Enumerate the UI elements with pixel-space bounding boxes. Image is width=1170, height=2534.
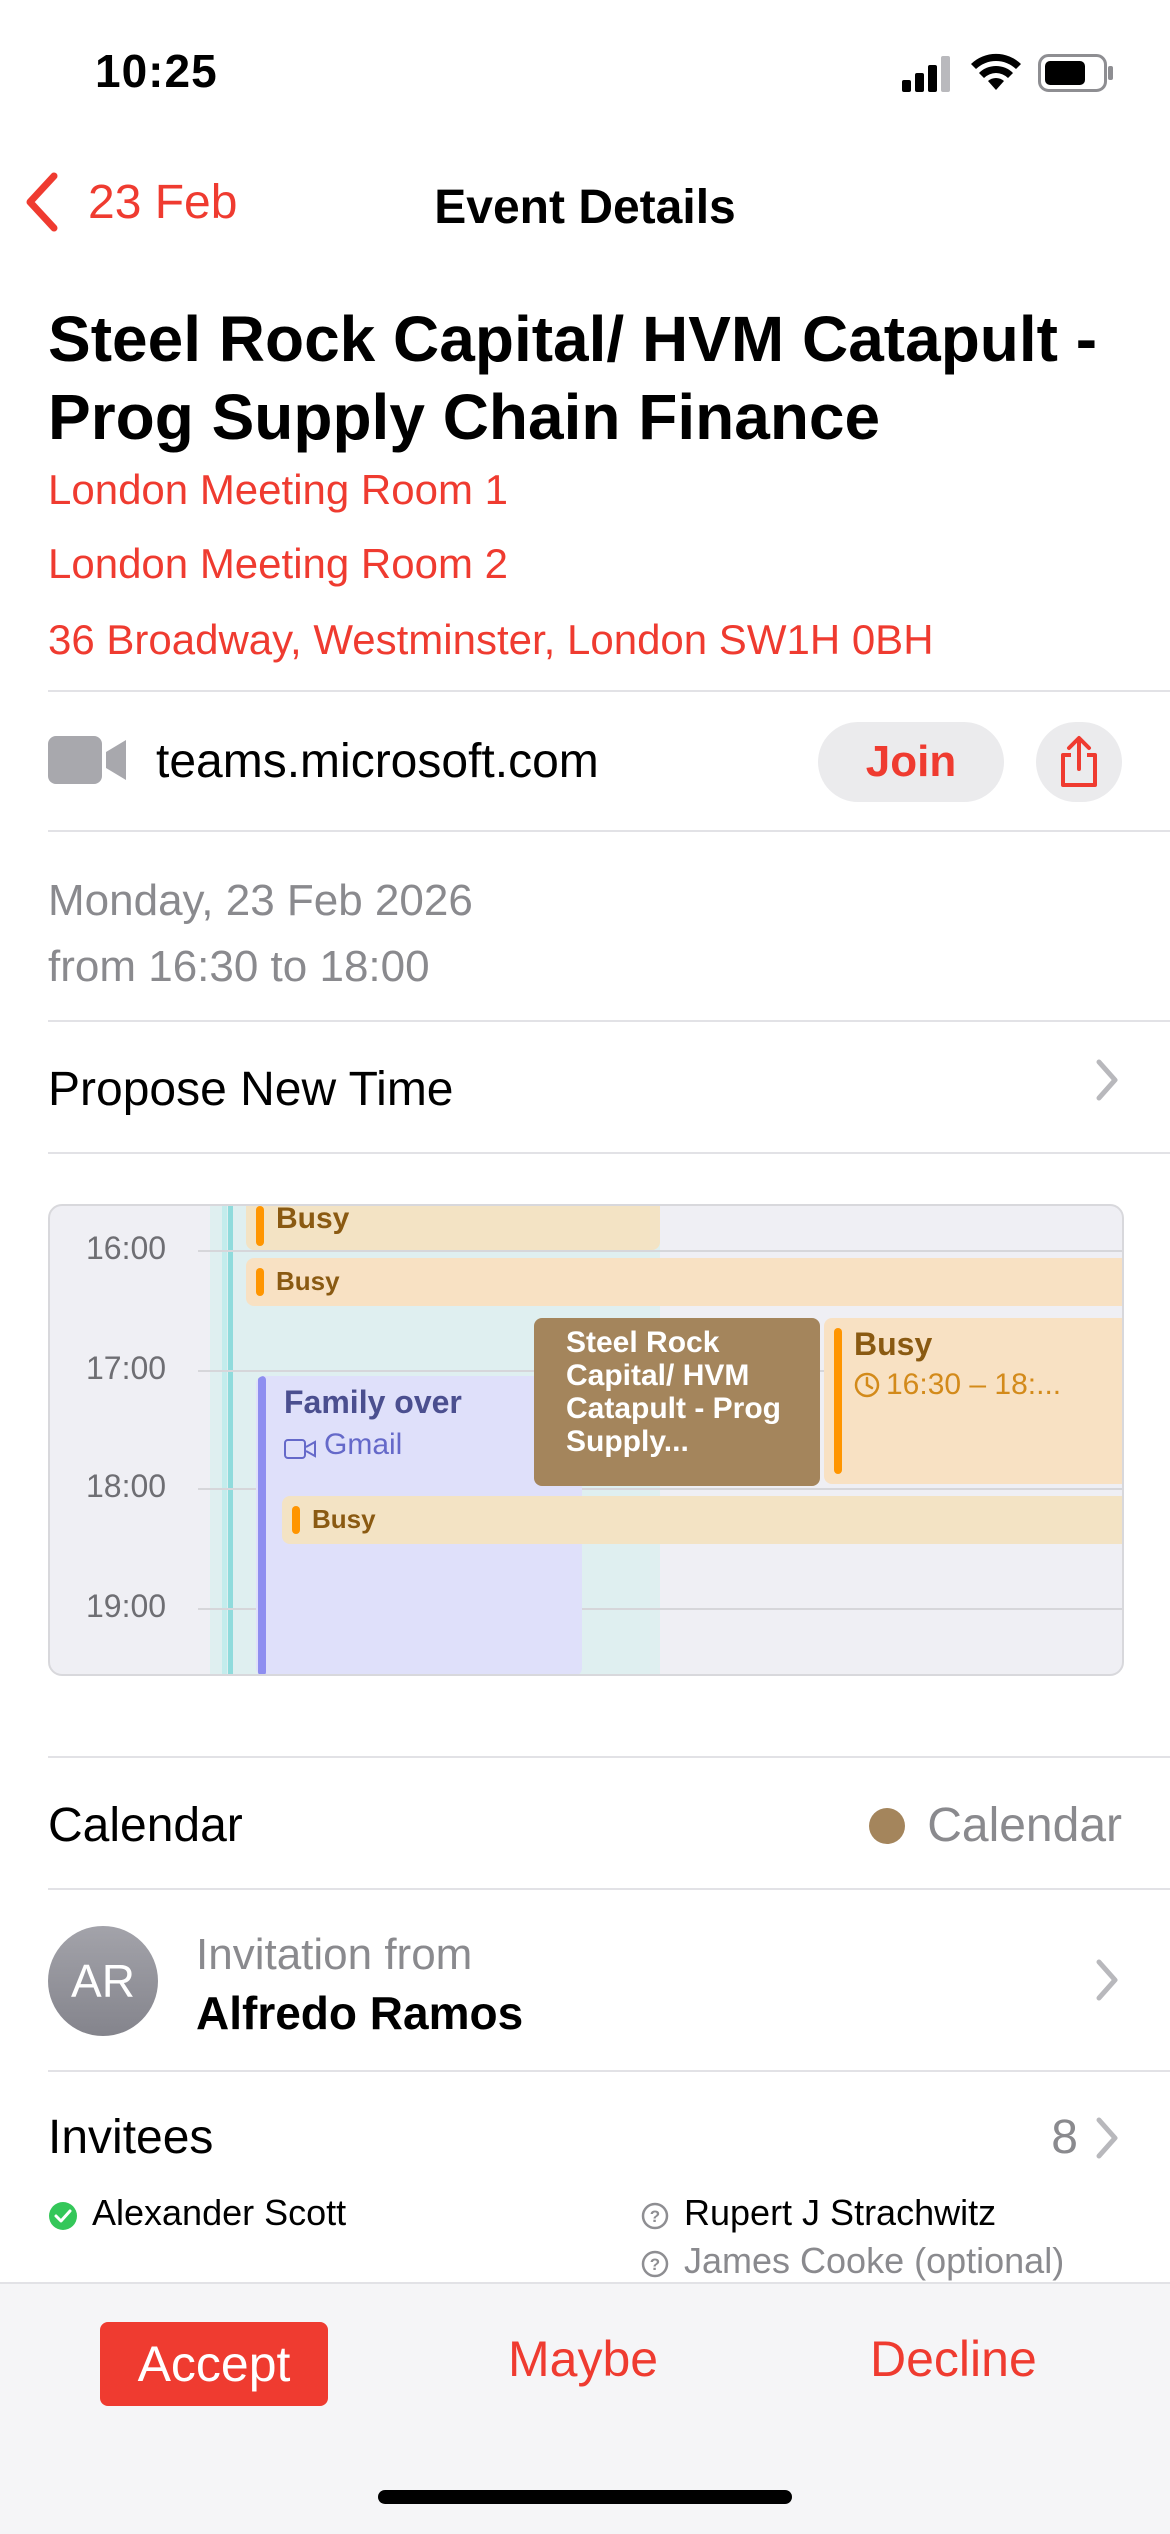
invitee: ? Rupert J Strachwitz bbox=[640, 2192, 996, 2234]
svg-text:?: ? bbox=[650, 2255, 660, 2274]
divider bbox=[48, 2070, 1170, 2072]
current-time-line-light bbox=[222, 1206, 227, 1674]
event-date: Monday, 23 Feb 2026 bbox=[48, 876, 473, 925]
accept-button[interactable]: Accept bbox=[100, 2322, 328, 2406]
divider bbox=[48, 830, 1170, 832]
event-time: from 16:30 to 18:00 bbox=[48, 942, 430, 991]
hour-label: 17:00 bbox=[86, 1350, 167, 1386]
invitees-count: 8 bbox=[1051, 2111, 1078, 2164]
invitees-label[interactable]: Invitees bbox=[48, 2110, 213, 2165]
wifi-icon bbox=[970, 52, 1022, 92]
day-timeline[interactable]: 16:00 17:00 18:00 19:00 Busy Busy Family… bbox=[48, 1204, 1124, 1676]
home-indicator[interactable] bbox=[378, 2490, 792, 2504]
unknown-status-icon: ? bbox=[640, 2246, 670, 2278]
divider bbox=[48, 690, 1170, 692]
cellular-signal-icon bbox=[902, 56, 952, 92]
busy-event[interactable]: Busy 16:30 – 18:... bbox=[824, 1318, 1122, 1484]
invitee-name: James Cooke (optional) bbox=[684, 2240, 1065, 2281]
calendar-value: Calendar bbox=[927, 1799, 1122, 1852]
busy-event-time: 16:30 – 18:... bbox=[886, 1368, 1062, 1401]
propose-new-time-button[interactable]: Propose New Time bbox=[48, 1062, 454, 1117]
join-button[interactable]: Join bbox=[818, 722, 1004, 802]
invitee-name: Alexander Scott bbox=[92, 2192, 347, 2233]
hour-line bbox=[198, 1250, 1122, 1252]
invitee: ? James Cooke (optional) bbox=[640, 2240, 1064, 2282]
current-event-block[interactable]: Steel Rock Capital/ HVM Catapult - Prog … bbox=[534, 1318, 820, 1486]
accepted-check-icon bbox=[48, 2198, 78, 2230]
hour-label: 19:00 bbox=[86, 1588, 167, 1624]
busy-event[interactable]: Busy bbox=[246, 1206, 660, 1250]
calendar-label: Calendar bbox=[48, 1799, 243, 1852]
chevron-right-icon bbox=[1094, 1058, 1120, 1114]
video-camera-icon bbox=[284, 1434, 316, 1459]
divider bbox=[48, 1888, 1170, 1890]
divider bbox=[48, 1756, 1170, 1758]
invitee-name: Rupert J Strachwitz bbox=[684, 2192, 997, 2233]
status-time: 10:25 bbox=[95, 45, 218, 97]
busy-event[interactable]: Busy bbox=[246, 1258, 1122, 1306]
location-address[interactable]: 36 Broadway, Westminster, London SW1H 0B… bbox=[48, 616, 934, 664]
chevron-right-icon[interactable] bbox=[1094, 2116, 1120, 2165]
hour-label: 18:00 bbox=[86, 1468, 167, 1504]
hour-label: 16:00 bbox=[86, 1230, 167, 1266]
calendar-color-dot bbox=[869, 1807, 906, 1844]
divider bbox=[48, 1020, 1170, 1022]
organizer-name[interactable]: Alfredo Ramos bbox=[196, 1986, 523, 2040]
video-camera-icon bbox=[48, 734, 128, 786]
busy-event[interactable]: Busy bbox=[282, 1496, 1122, 1544]
page-title: Event Details bbox=[434, 181, 736, 234]
svg-text:?: ? bbox=[650, 2207, 660, 2226]
share-button[interactable] bbox=[1036, 722, 1122, 802]
chevron-right-icon[interactable] bbox=[1094, 1958, 1120, 2007]
decline-button[interactable]: Decline bbox=[870, 2330, 1037, 2388]
family-event-source: Gmail bbox=[324, 1428, 403, 1461]
battery-icon bbox=[1038, 54, 1114, 92]
location-1[interactable]: London Meeting Room 1 bbox=[48, 466, 508, 514]
unknown-status-icon: ? bbox=[640, 2198, 670, 2230]
calendar-selector[interactable]: Calendar bbox=[869, 1798, 1122, 1853]
clock-icon bbox=[854, 1372, 880, 1398]
invitee: Alexander Scott bbox=[48, 2192, 346, 2234]
event-title: Steel Rock Capital/ HVM Catapult - Prog … bbox=[48, 303, 1098, 453]
meeting-link[interactable]: teams.microsoft.com bbox=[156, 734, 599, 789]
invitation-from-label: Invitation from bbox=[196, 1930, 473, 1979]
maybe-button[interactable]: Maybe bbox=[508, 2330, 658, 2388]
share-icon bbox=[1057, 735, 1101, 789]
avatar: AR bbox=[48, 1926, 158, 2036]
divider bbox=[48, 1152, 1170, 1154]
current-time-line bbox=[228, 1206, 233, 1674]
location-2[interactable]: London Meeting Room 2 bbox=[48, 540, 508, 588]
